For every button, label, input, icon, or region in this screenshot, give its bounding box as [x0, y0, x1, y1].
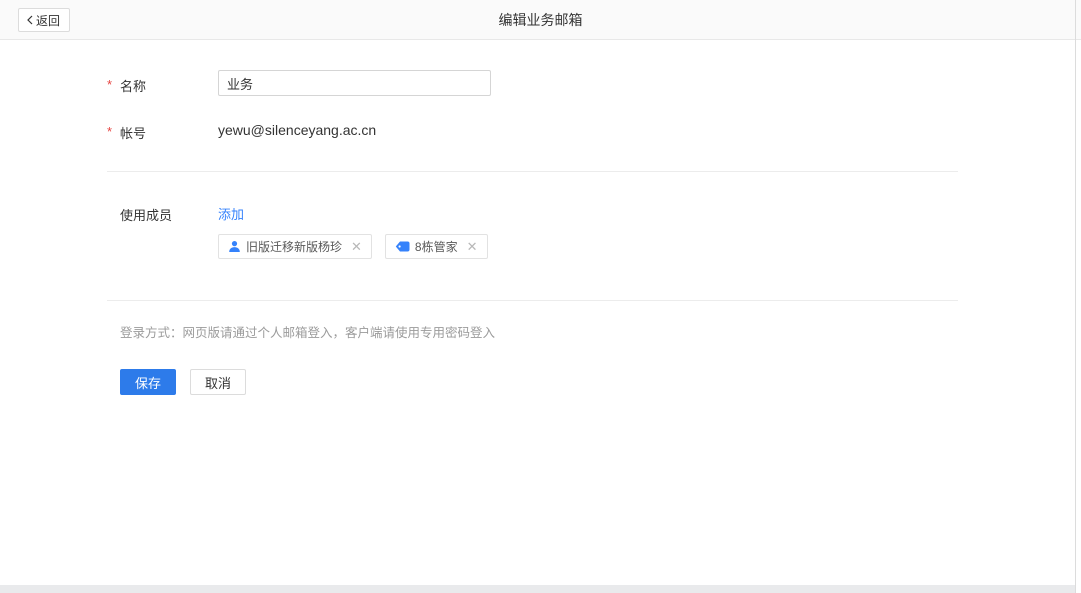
required-marker: * [107, 124, 112, 139]
divider [107, 300, 958, 301]
member-tags-row: 旧版迁移新版杨珍 ✕ 8栋管家 ✕ [218, 234, 488, 259]
divider [107, 171, 958, 172]
login-method-hint: 登录方式：网页版请通过个人邮箱登入，客户端请使用专用密码登入 [120, 322, 495, 341]
tag-icon [395, 241, 410, 252]
cancel-button[interactable]: 取消 [190, 369, 246, 395]
back-button[interactable]: 返回 [18, 8, 70, 32]
account-value: yewu@silenceyang.ac.cn [218, 122, 376, 138]
save-button[interactable]: 保存 [120, 369, 176, 395]
edit-business-mailbox-page: 返回 编辑业务邮箱 * 名称 * 帐号 yewu@silenceyang.ac.… [0, 0, 1081, 593]
name-field-label: * 名称 [120, 76, 146, 95]
account-field-label: * 帐号 [120, 123, 146, 142]
horizontal-scrollbar[interactable] [0, 585, 1075, 593]
back-button-label: 返回 [36, 12, 60, 29]
required-marker: * [107, 77, 112, 92]
add-member-link[interactable]: 添加 [218, 204, 244, 223]
member-tag: 旧版迁移新版杨珍 ✕ [218, 234, 372, 259]
member-tag: 8栋管家 ✕ [385, 234, 488, 259]
chevron-left-icon [26, 15, 34, 25]
name-input[interactable] [218, 70, 491, 96]
member-tag-name: 旧版迁移新版杨珍 [246, 238, 342, 255]
member-tag-name: 8栋管家 [415, 238, 458, 255]
form-actions: 保存 取消 [120, 369, 246, 395]
page-title: 编辑业务邮箱 [0, 0, 1081, 40]
user-icon [228, 240, 241, 253]
header-bar: 返回 编辑业务邮箱 [0, 0, 1081, 40]
window-right-edge [1075, 0, 1076, 593]
remove-member-icon[interactable]: ✕ [351, 240, 362, 253]
remove-member-icon[interactable]: ✕ [467, 240, 478, 253]
members-field-label: 使用成员 [120, 205, 172, 224]
